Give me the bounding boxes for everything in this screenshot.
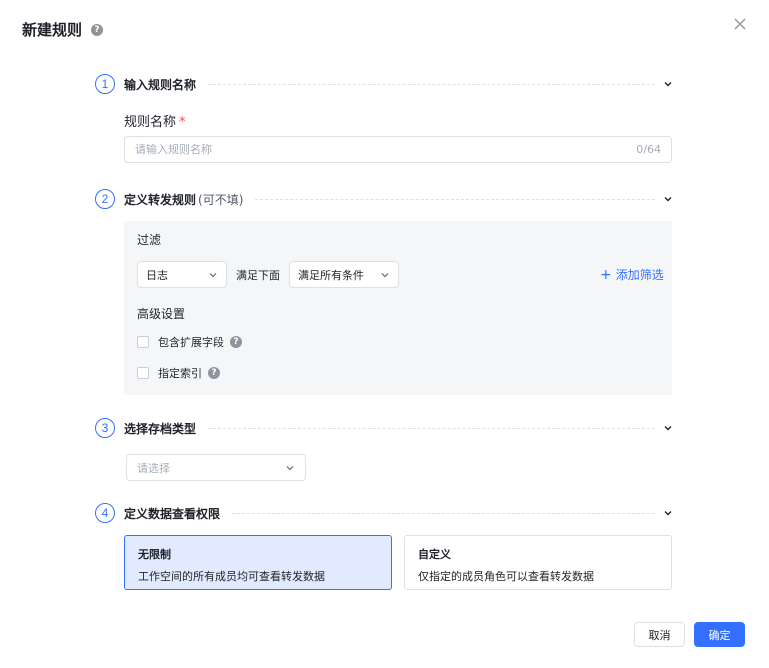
step-title: 定义转发规则 (可不填): [124, 192, 244, 207]
step-2-header[interactable]: 2 定义转发规则 (可不填): [95, 189, 673, 209]
divider: [208, 427, 655, 429]
dialog-header: 新建规则 ?: [22, 19, 104, 40]
archive-type-placeholder: 请选择: [137, 461, 170, 475]
card-title: 无限制: [138, 548, 171, 561]
required-mark: *: [179, 115, 186, 130]
step-title: 输入规则名称: [124, 77, 197, 92]
step-title: 定义数据查看权限: [124, 506, 221, 521]
card-description: 仅指定的成员角色可以查看转发数据: [418, 570, 594, 583]
divider: [255, 198, 655, 200]
condition-select[interactable]: 满足所有条件: [289, 261, 399, 288]
chevron-down-icon: [381, 272, 389, 277]
option-extended-fields[interactable]: 包含扩展字段 ?: [137, 334, 242, 350]
chevron-down-icon: [286, 465, 294, 470]
chevron-down-icon[interactable]: [663, 79, 673, 89]
rule-name-field[interactable]: 0/64: [124, 136, 672, 163]
divider: [232, 512, 655, 514]
step-subtitle: (可不填): [198, 192, 244, 207]
step-4-header[interactable]: 4 定义数据查看权限: [95, 503, 673, 523]
cancel-button[interactable]: 取消: [634, 622, 685, 647]
chevron-down-icon[interactable]: [663, 423, 673, 433]
filter-label: 过滤: [137, 233, 162, 247]
rule-name-label: 规则名称 *: [124, 115, 186, 130]
add-filter-button[interactable]: + 添加筛选: [600, 266, 664, 283]
source-select-value: 日志: [146, 268, 168, 282]
filter-panel: 过滤 日志 满足下面 满足所有条件 + 添加筛选 高级设置 包含扩展字段 ? 指…: [124, 221, 672, 395]
advanced-settings-label: 高级设置: [137, 307, 186, 321]
plus-icon: +: [600, 266, 612, 283]
divider: [208, 83, 655, 85]
chevron-down-icon[interactable]: [663, 508, 673, 518]
chevron-down-icon: [209, 272, 217, 277]
step-number: 1: [95, 74, 115, 94]
step-title: 选择存档类型: [124, 421, 197, 436]
condition-select-value: 满足所有条件: [298, 268, 364, 282]
option-specify-index[interactable]: 指定索引 ?: [137, 365, 220, 381]
help-icon[interactable]: ?: [230, 336, 242, 348]
step-number: 4: [95, 503, 115, 523]
step-number: 2: [95, 189, 115, 209]
card-title: 自定义: [418, 548, 451, 561]
archive-type-select[interactable]: 请选择: [126, 454, 306, 481]
checkbox[interactable]: [137, 336, 149, 348]
option-label: 指定索引: [158, 367, 202, 380]
step-3-header[interactable]: 3 选择存档类型: [95, 418, 673, 438]
add-filter-label: 添加筛选: [615, 268, 664, 282]
rule-name-input[interactable]: [135, 143, 637, 156]
permission-card-unrestricted[interactable]: 无限制 工作空间的所有成员均可查看转发数据: [124, 535, 392, 590]
confirm-button[interactable]: 确定: [694, 622, 745, 647]
step-number: 3: [95, 418, 115, 438]
card-description: 工作空间的所有成员均可查看转发数据: [138, 570, 325, 583]
char-counter: 0/64: [636, 143, 661, 156]
help-icon[interactable]: ?: [208, 367, 220, 379]
checkbox[interactable]: [137, 367, 149, 379]
dialog-title: 新建规则: [22, 21, 83, 39]
permission-card-custom[interactable]: 自定义 仅指定的成员角色可以查看转发数据: [404, 535, 672, 590]
option-label: 包含扩展字段: [158, 336, 224, 349]
close-icon[interactable]: [732, 16, 748, 32]
help-icon[interactable]: ?: [91, 23, 104, 36]
chevron-down-icon[interactable]: [663, 194, 673, 204]
match-text: 满足下面: [236, 269, 280, 282]
step-1-header[interactable]: 1 输入规则名称: [95, 74, 673, 94]
source-select[interactable]: 日志: [137, 261, 227, 288]
